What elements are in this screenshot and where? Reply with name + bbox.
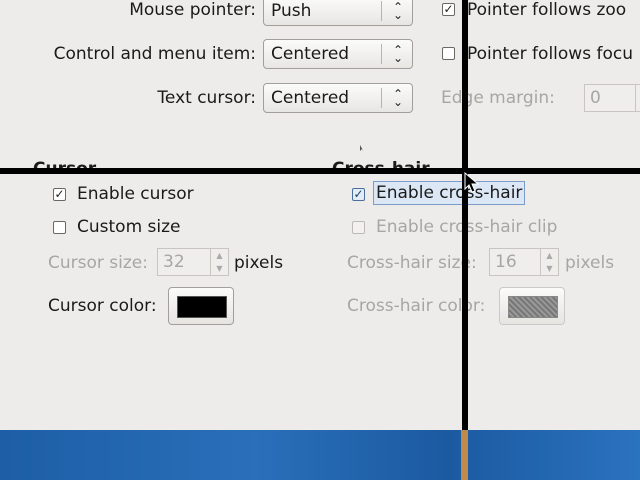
mouse-cursor-icon (464, 172, 480, 193)
combo-arrows-icon: ⌃ ⌄ (392, 0, 403, 22)
desktop-background (0, 430, 640, 480)
crosshair-size-unit: pixels (565, 253, 615, 273)
combo-arrows-icon: ⌃ ⌄ (392, 87, 403, 109)
mouse-pointer-combo[interactable]: Push ⌃ ⌄ (263, 0, 413, 26)
crosshair-size-spin[interactable]: 16 ▲ ▼ (489, 248, 559, 276)
text-cursor-combo[interactable]: Centered ⌃ ⌄ (263, 83, 413, 113)
cursor-color-label: Cursor color: (48, 296, 157, 316)
cursor-size-spin[interactable]: 32 ▲ ▼ (157, 248, 229, 276)
cursor-size-label: Cursor size: (48, 253, 148, 273)
enable-cursor-label: Enable cursor (77, 184, 194, 204)
custom-size-label: Custom size (77, 217, 181, 237)
pointer-follows-focus-checkbox[interactable] (442, 47, 455, 60)
text-cursor-label: Text cursor: (157, 88, 256, 108)
text-cursor-value: Centered (271, 88, 350, 108)
edge-margin-value: 0 (590, 88, 601, 108)
cursor-size-unit: pixels (234, 253, 284, 273)
small-pointer-icon (360, 145, 364, 152)
edge-margin-spin[interactable]: 0 ▲▼ (584, 84, 640, 112)
control-menu-label: Control and menu item: (53, 44, 256, 64)
control-menu-combo[interactable]: Centered ⌃ ⌄ (263, 39, 413, 69)
edge-margin-label: Edge margin: (441, 88, 555, 108)
spin-buttons: ▲▼ (210, 249, 228, 275)
crosshair-line-overlay (461, 430, 468, 480)
mouse-pointer-label: Mouse pointer: (129, 0, 256, 20)
crosshair-color-swatch (508, 296, 558, 318)
spin-buttons: ▲▼ (635, 85, 640, 111)
mouse-pointer-value: Push (271, 1, 312, 21)
control-menu-value: Centered (271, 44, 350, 64)
crosshair-clip-checkbox[interactable] (352, 221, 365, 234)
crosshair-size-value: 16 (495, 252, 517, 272)
enable-cursor-checkbox[interactable]: ✓ (53, 188, 66, 201)
crosshair-horizontal-line (0, 168, 640, 174)
cursor-color-swatch (177, 296, 227, 318)
pointer-follows-zoom-checkbox[interactable]: ✓ (442, 3, 455, 16)
crosshair-vertical-line (462, 0, 468, 430)
cursor-size-value: 32 (163, 252, 185, 272)
spin-buttons: ▲▼ (540, 249, 558, 275)
enable-crosshair-label: Enable cross-hair (373, 181, 526, 205)
combo-arrows-icon: ⌃ ⌄ (392, 43, 403, 65)
crosshair-size-label: Cross-hair size: (347, 253, 477, 273)
custom-size-checkbox[interactable] (53, 221, 66, 234)
pointer-follows-focus-label: Pointer follows focu (467, 44, 633, 64)
cursor-color-button[interactable] (168, 287, 234, 325)
pointer-follows-zoom-label: Pointer follows zoo (467, 0, 627, 20)
crosshair-color-button[interactable] (499, 287, 565, 325)
enable-crosshair-checkbox[interactable]: ✓ (352, 188, 365, 201)
